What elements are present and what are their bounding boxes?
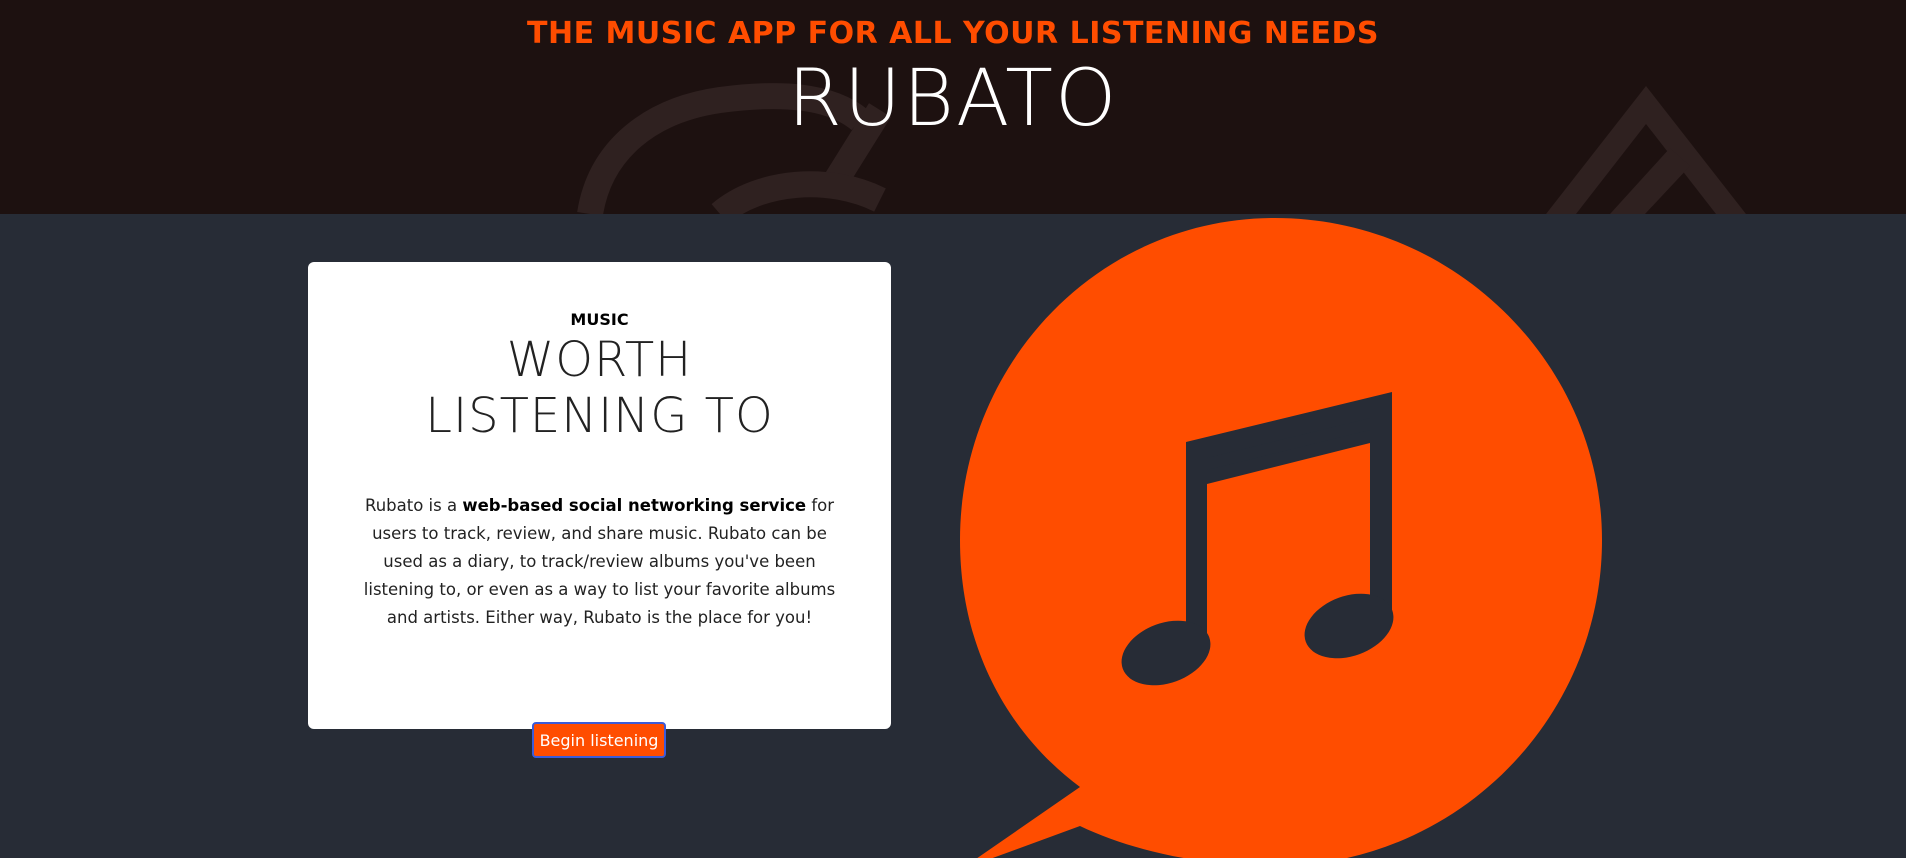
speech-bubble-shape (960, 218, 1602, 858)
header-banner: THE MUSIC APP FOR ALL YOUR LISTENING NEE… (0, 0, 1906, 214)
card-body-bold: web-based social networking service (462, 496, 807, 515)
card-description: Rubato is a web-based social networking … (353, 492, 846, 632)
intro-card: MUSIC WORTH LISTENING TO Rubato is a web… (308, 262, 891, 729)
card-body-suffix: for users to track, review, and share mu… (363, 496, 836, 627)
hero-section: MUSIC WORTH LISTENING TO Rubato is a web… (0, 214, 1906, 858)
begin-listening-button[interactable]: Begin listening (532, 722, 666, 758)
music-note-speech-bubble-icon (960, 218, 1602, 858)
card-title: WORTH LISTENING TO (425, 332, 774, 444)
tagline: THE MUSIC APP FOR ALL YOUR LISTENING NEE… (527, 16, 1379, 51)
card-kicker: MUSIC (570, 310, 629, 329)
card-body-prefix: Rubato is a (364, 496, 463, 515)
brand-title: RUBATO (787, 54, 1119, 144)
